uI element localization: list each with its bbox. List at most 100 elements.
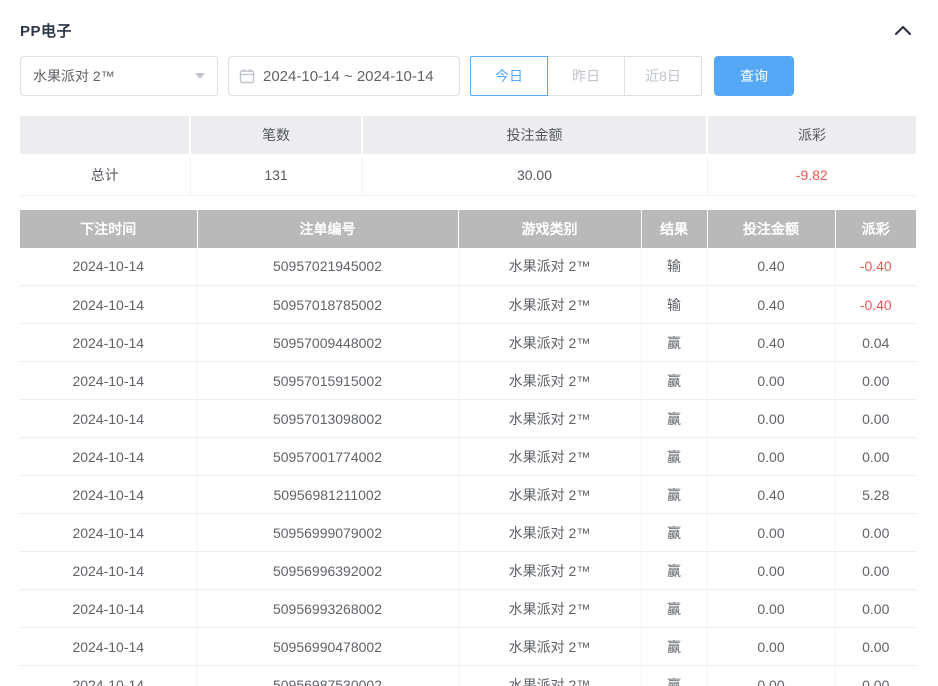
payout-cell: 0.00 bbox=[835, 400, 916, 438]
bets-table-header-row: 下注时间 注单编号 游戏类别 结果 投注金额 派彩 bbox=[20, 210, 916, 248]
bet-amount-cell: 0.40 bbox=[707, 324, 835, 362]
payout-cell: 0.00 bbox=[835, 590, 916, 628]
order-id-cell: 50957021945002 bbox=[197, 248, 458, 286]
result-cell: 赢 bbox=[641, 324, 707, 362]
table-row: 2024-10-1450957009448002水果派对 2™赢0.400.04 bbox=[20, 324, 916, 362]
order-id-cell: 50957018785002 bbox=[197, 286, 458, 324]
table-row: 2024-10-1450957013098002水果派对 2™赢0.000.00 bbox=[20, 400, 916, 438]
col-header-order-id: 注单编号 bbox=[197, 210, 458, 248]
game-select[interactable]: 水果派对 2™ bbox=[20, 56, 218, 96]
payout-cell: -0.40 bbox=[835, 286, 916, 324]
records-panel: PP电子 水果派对 2™ 2024-10-14 ~ 2024-10-14 今日 … bbox=[0, 0, 938, 686]
game-type-cell: 水果派对 2™ bbox=[458, 666, 641, 686]
page-title: PP电子 bbox=[20, 20, 72, 41]
payout-cell: 0.00 bbox=[835, 666, 916, 686]
panel-header: PP电子 bbox=[20, 14, 916, 46]
col-header-bet-amount: 投注金额 bbox=[707, 210, 835, 248]
bet-time-cell: 2024-10-14 bbox=[20, 476, 197, 514]
summary-header-bet-amount: 投注金额 bbox=[362, 116, 707, 155]
bet-time-cell: 2024-10-14 bbox=[20, 438, 197, 476]
order-id-cell: 50956981211002 bbox=[197, 476, 458, 514]
table-row: 2024-10-1450957015915002水果派对 2™赢0.000.00 bbox=[20, 362, 916, 400]
payout-cell: 0.00 bbox=[835, 552, 916, 590]
table-row: 2024-10-1450957018785002水果派对 2™输0.40-0.4… bbox=[20, 286, 916, 324]
order-id-cell: 50956987530002 bbox=[197, 666, 458, 686]
result-cell: 赢 bbox=[641, 628, 707, 666]
bet-amount-cell: 0.40 bbox=[707, 248, 835, 286]
summary-header-row: 笔数 投注金额 派彩 bbox=[20, 116, 916, 155]
summary-total-row: 总计 131 30.00 -9.82 bbox=[20, 155, 916, 195]
payout-cell: 0.00 bbox=[835, 362, 916, 400]
calendar-icon bbox=[239, 68, 255, 84]
bet-amount-cell: 0.40 bbox=[707, 476, 835, 514]
quick-filter-group: 今日 昨日 近8日 bbox=[470, 56, 702, 96]
bet-time-cell: 2024-10-14 bbox=[20, 286, 197, 324]
summary-header-count: 笔数 bbox=[190, 116, 362, 155]
summary-table: 笔数 投注金额 派彩 总计 131 30.00 -9.82 bbox=[20, 116, 916, 196]
summary-header-payout: 派彩 bbox=[707, 116, 916, 155]
bet-amount-cell: 0.00 bbox=[707, 400, 835, 438]
quick-filter-yesterday[interactable]: 昨日 bbox=[547, 56, 625, 96]
quick-filter-today[interactable]: 今日 bbox=[470, 56, 548, 96]
bet-amount-cell: 0.00 bbox=[707, 590, 835, 628]
game-type-cell: 水果派对 2™ bbox=[458, 400, 641, 438]
summary-count-value: 131 bbox=[190, 155, 362, 195]
table-row: 2024-10-1450956990478002水果派对 2™赢0.000.00 bbox=[20, 628, 916, 666]
result-cell: 输 bbox=[641, 286, 707, 324]
order-id-cell: 50956996392002 bbox=[197, 552, 458, 590]
order-id-cell: 50957009448002 bbox=[197, 324, 458, 362]
payout-cell: 0.00 bbox=[835, 514, 916, 552]
bet-time-cell: 2024-10-14 bbox=[20, 628, 197, 666]
result-cell: 赢 bbox=[641, 400, 707, 438]
col-header-bet-time: 下注时间 bbox=[20, 210, 197, 248]
bet-time-cell: 2024-10-14 bbox=[20, 248, 197, 286]
bets-table: 下注时间 注单编号 游戏类别 结果 投注金额 派彩 2024-10-145095… bbox=[20, 210, 916, 686]
table-row: 2024-10-1450957001774002水果派对 2™赢0.000.00 bbox=[20, 438, 916, 476]
bet-time-cell: 2024-10-14 bbox=[20, 400, 197, 438]
collapse-chevron-icon[interactable] bbox=[890, 21, 916, 40]
table-row: 2024-10-1450956993268002水果派对 2™赢0.000.00 bbox=[20, 590, 916, 628]
bet-time-cell: 2024-10-14 bbox=[20, 514, 197, 552]
bet-amount-cell: 0.00 bbox=[707, 514, 835, 552]
date-range-input[interactable]: 2024-10-14 ~ 2024-10-14 bbox=[228, 56, 460, 96]
table-row: 2024-10-1450956981211002水果派对 2™赢0.405.28 bbox=[20, 476, 916, 514]
col-header-result: 结果 bbox=[641, 210, 707, 248]
payout-cell: 0.00 bbox=[835, 628, 916, 666]
chevron-down-icon bbox=[195, 73, 205, 79]
col-header-payout: 派彩 bbox=[835, 210, 916, 248]
quick-filter-last8days[interactable]: 近8日 bbox=[624, 56, 702, 96]
table-row: 2024-10-1450956996392002水果派对 2™赢0.000.00 bbox=[20, 552, 916, 590]
bets-table-body: 2024-10-1450957021945002水果派对 2™输0.40-0.4… bbox=[20, 248, 916, 686]
game-select-value: 水果派对 2™ bbox=[33, 66, 115, 86]
game-type-cell: 水果派对 2™ bbox=[458, 628, 641, 666]
result-cell: 赢 bbox=[641, 590, 707, 628]
table-row: 2024-10-1450956999079002水果派对 2™赢0.000.00 bbox=[20, 514, 916, 552]
game-type-cell: 水果派对 2™ bbox=[458, 362, 641, 400]
search-button[interactable]: 查询 bbox=[714, 56, 794, 96]
payout-cell: 0.04 bbox=[835, 324, 916, 362]
payout-cell: -0.40 bbox=[835, 248, 916, 286]
order-id-cell: 50957015915002 bbox=[197, 362, 458, 400]
bet-amount-cell: 0.00 bbox=[707, 362, 835, 400]
order-id-cell: 50956999079002 bbox=[197, 514, 458, 552]
bet-time-cell: 2024-10-14 bbox=[20, 590, 197, 628]
summary-row-label: 总计 bbox=[20, 155, 190, 195]
summary-bet-amount-value: 30.00 bbox=[362, 155, 707, 195]
result-cell: 赢 bbox=[641, 438, 707, 476]
game-type-cell: 水果派对 2™ bbox=[458, 552, 641, 590]
payout-cell: 0.00 bbox=[835, 438, 916, 476]
order-id-cell: 50957013098002 bbox=[197, 400, 458, 438]
game-type-cell: 水果派对 2™ bbox=[458, 476, 641, 514]
game-type-cell: 水果派对 2™ bbox=[458, 590, 641, 628]
game-type-cell: 水果派对 2™ bbox=[458, 286, 641, 324]
game-type-cell: 水果派对 2™ bbox=[458, 324, 641, 362]
result-cell: 赢 bbox=[641, 476, 707, 514]
bet-amount-cell: 0.00 bbox=[707, 552, 835, 590]
chevron-up-icon bbox=[894, 25, 912, 36]
summary-payout-value: -9.82 bbox=[707, 155, 916, 195]
order-id-cell: 50956993268002 bbox=[197, 590, 458, 628]
game-type-cell: 水果派对 2™ bbox=[458, 438, 641, 476]
bet-amount-cell: 0.00 bbox=[707, 438, 835, 476]
result-cell: 赢 bbox=[641, 362, 707, 400]
result-cell: 赢 bbox=[641, 514, 707, 552]
